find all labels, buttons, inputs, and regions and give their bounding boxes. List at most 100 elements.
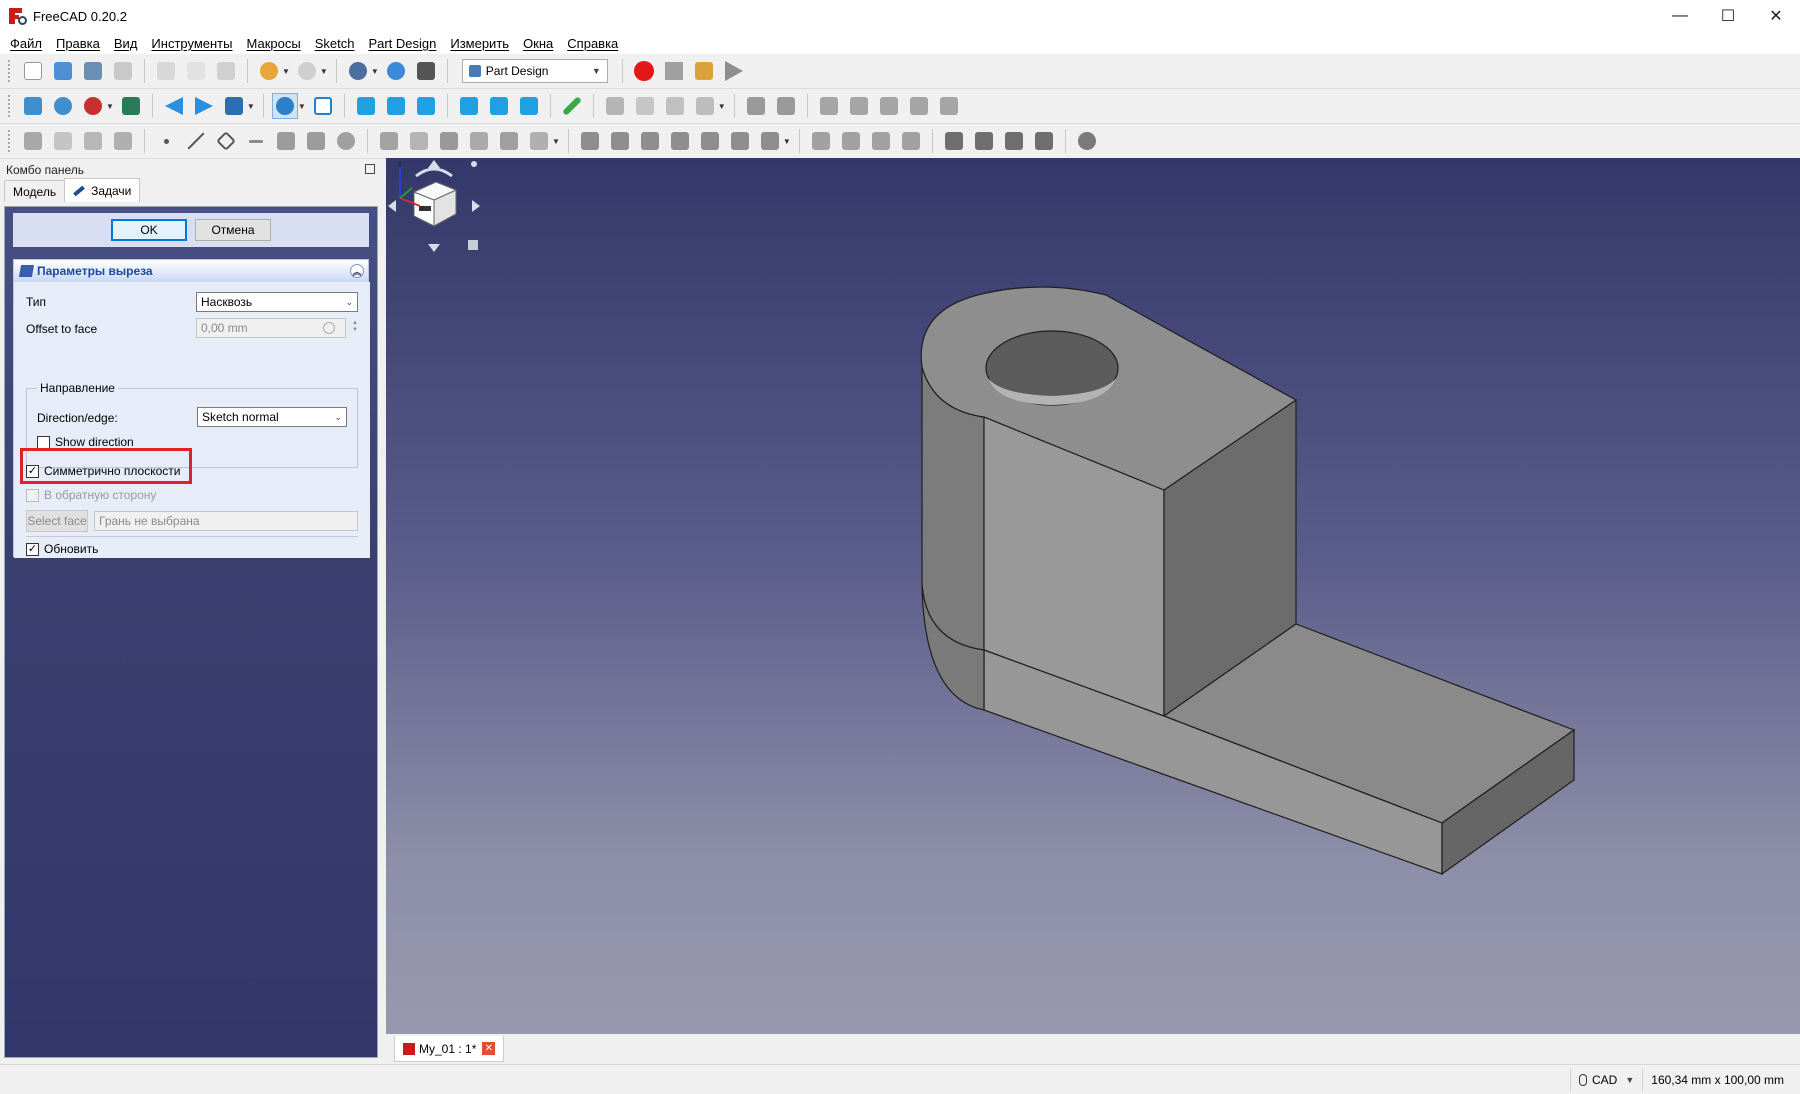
hole-icon[interactable] [607, 128, 633, 154]
toolbar-grip[interactable] [8, 60, 12, 82]
arrow-right-icon[interactable] [191, 93, 217, 119]
shape-binder-icon[interactable] [110, 128, 136, 154]
view-rear-icon[interactable] [456, 93, 482, 119]
body-icon[interactable] [20, 128, 46, 154]
undock-icon[interactable] [365, 164, 375, 174]
open-folder-icon[interactable] [50, 58, 76, 84]
close-button[interactable]: ✕ [1752, 0, 1800, 32]
part-model[interactable] [386, 158, 1800, 1034]
checkbox-disabled[interactable] [26, 488, 39, 502]
view-left-icon[interactable] [516, 93, 542, 119]
polar-pattern-icon[interactable] [868, 128, 894, 154]
measure-refresh-icon[interactable] [816, 93, 842, 119]
cancel-button[interactable]: Отмена [195, 219, 271, 241]
undo-icon[interactable] [256, 58, 282, 84]
subtractive-helix-icon[interactable] [727, 128, 753, 154]
document-tab[interactable]: My_01 : 1* ✕ [394, 1036, 505, 1062]
view-top-icon[interactable] [383, 93, 409, 119]
new-document-icon[interactable] [20, 58, 46, 84]
reversed-checkbox[interactable]: В обратную сторону [26, 488, 156, 502]
pocket-icon[interactable] [577, 128, 603, 154]
redo-icon[interactable] [294, 58, 320, 84]
ok-button[interactable]: OK [111, 219, 187, 241]
subtractive-primitive-icon[interactable] [757, 128, 783, 154]
menu-macro[interactable]: Макросы [239, 36, 307, 51]
direction-select[interactable]: Sketch normal ⌄ [197, 407, 347, 427]
workbench-selector[interactable]: Part Design ▼ [461, 59, 608, 83]
clone-icon[interactable] [80, 128, 106, 154]
sub-binder-icon[interactable] [303, 128, 329, 154]
measure-toggle-3d-icon[interactable] [906, 93, 932, 119]
additive-helix-icon[interactable] [496, 128, 522, 154]
3d-viewport[interactable]: z x [386, 158, 1800, 1034]
paste-icon[interactable] [213, 58, 239, 84]
offset-spinner[interactable]: ▲ ▼ [352, 320, 358, 334]
tab-tasks[interactable]: Задачи [64, 178, 141, 202]
additive-primitive-icon[interactable] [526, 128, 552, 154]
type-select[interactable]: Насквозь ⌄ [196, 292, 358, 312]
menu-windows[interactable]: Окна [516, 36, 560, 51]
recompute-icon[interactable] [383, 58, 409, 84]
toolbar-grip[interactable] [8, 95, 12, 117]
revolution-icon[interactable] [406, 128, 432, 154]
macro-edit-icon[interactable] [691, 58, 717, 84]
pad-icon[interactable] [376, 128, 402, 154]
std-view-menu-icon[interactable] [271, 93, 298, 119]
draw-style-icon[interactable] [80, 93, 106, 119]
groove-icon[interactable] [637, 128, 663, 154]
thickness-icon[interactable] [1031, 128, 1057, 154]
additive-pipe-icon[interactable] [466, 128, 492, 154]
menu-sketch[interactable]: Sketch [308, 36, 362, 51]
toolbar-grip[interactable] [8, 130, 12, 152]
view-bottom-icon[interactable] [486, 93, 512, 119]
view-front-icon[interactable] [353, 93, 379, 119]
create-group-icon[interactable] [662, 93, 688, 119]
print-icon[interactable] [110, 58, 136, 84]
checkbox-unchecked[interactable] [37, 435, 50, 449]
draft-icon[interactable] [1001, 128, 1027, 154]
local-cs-icon[interactable] [243, 128, 269, 154]
refresh-check-icon[interactable] [345, 58, 371, 84]
create-link-icon[interactable] [692, 93, 718, 119]
create-part-icon[interactable] [632, 93, 658, 119]
mirrored-icon[interactable] [808, 128, 834, 154]
measure-linear-icon[interactable] [743, 93, 769, 119]
measure-angular-icon[interactable] [773, 93, 799, 119]
multi-transform-icon[interactable] [898, 128, 924, 154]
datum-line-icon[interactable] [183, 128, 209, 154]
menu-measure[interactable]: Измерить [443, 36, 516, 51]
measure-distance-icon[interactable] [559, 93, 585, 119]
checkmark-icon[interactable]: ✓ [26, 542, 39, 556]
maximize-button[interactable]: ☐ [1704, 0, 1752, 32]
clone-body-icon[interactable] [333, 128, 359, 154]
boolean-icon[interactable] [1074, 128, 1100, 154]
menu-edit[interactable]: Правка [49, 36, 107, 51]
select-face-button[interactable]: Select face [26, 510, 88, 532]
measure-clear-icon[interactable] [846, 93, 872, 119]
arrow-left-icon[interactable] [161, 93, 187, 119]
view-isometric-icon[interactable] [310, 93, 336, 119]
cut-icon[interactable] [153, 58, 179, 84]
face-input[interactable]: Грань не выбрана [94, 511, 358, 531]
sub-shape-binder-icon[interactable] [273, 128, 299, 154]
expression-icon[interactable] [323, 322, 335, 334]
macro-record-icon[interactable] [631, 58, 657, 84]
linear-pattern-icon[interactable] [838, 128, 864, 154]
measure-toggle-all-icon[interactable] [876, 93, 902, 119]
tab-model[interactable]: Модель [4, 180, 66, 202]
bounding-box-icon[interactable] [118, 93, 144, 119]
menu-file[interactable]: Файл [3, 36, 49, 51]
menu-tools[interactable]: Инструменты [144, 36, 239, 51]
datum-point-icon[interactable] [153, 128, 179, 154]
create-body-icon[interactable] [602, 93, 628, 119]
collapse-icon[interactable]: ︽ [350, 264, 364, 278]
copy-icon[interactable] [183, 58, 209, 84]
show-direction-checkbox[interactable]: Show direction [37, 435, 134, 449]
offset-input[interactable]: 0,00 mm [196, 318, 346, 338]
fit-all-icon[interactable] [20, 93, 46, 119]
save-icon[interactable] [80, 58, 106, 84]
fit-selection-icon[interactable] [50, 93, 76, 119]
menu-view[interactable]: Вид [107, 36, 145, 51]
measure-toggle-delta-icon[interactable] [936, 93, 962, 119]
subtractive-loft-icon[interactable] [667, 128, 693, 154]
